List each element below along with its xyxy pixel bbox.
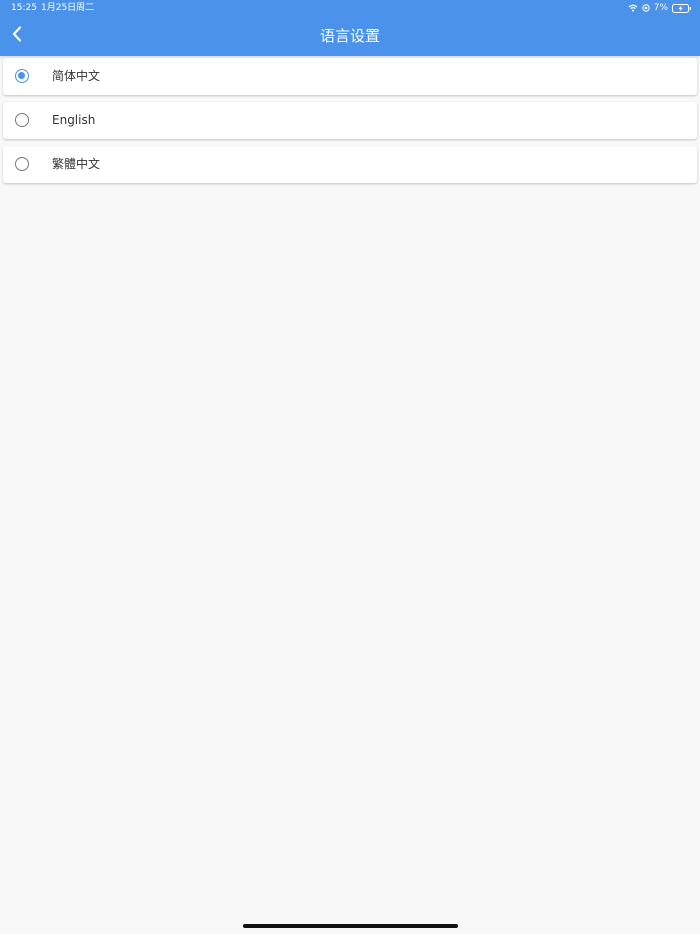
status-right: 7% [628,0,692,16]
language-list: 简体中文 English 繁體中文 [3,58,697,190]
language-label: English [52,113,96,127]
language-label: 简体中文 [52,69,101,83]
battery-percent: 7% [653,3,668,13]
home-indicator [243,924,458,928]
status-date: 1月25日周二 [41,3,95,13]
radio-unchecked-icon[interactable] [15,157,29,171]
radio-checked-icon[interactable] [15,69,29,83]
radio-unchecked-icon[interactable] [15,113,29,127]
location-icon [642,4,650,12]
status-bar: 15:25 1月25日周二 7% [0,0,700,16]
app-header: 15:25 1月25日周二 7% 语言设置 [0,0,700,56]
page-title: 语言设置 [319,27,380,45]
language-option-english[interactable]: English [3,102,697,139]
language-option-simplified-chinese[interactable]: 简体中文 [3,58,697,95]
status-time: 15:25 [11,3,37,13]
language-label: 繁體中文 [52,157,101,171]
wifi-icon [628,4,638,12]
language-option-traditional-chinese[interactable]: 繁體中文 [3,146,697,183]
battery-charging-icon [672,3,692,13]
